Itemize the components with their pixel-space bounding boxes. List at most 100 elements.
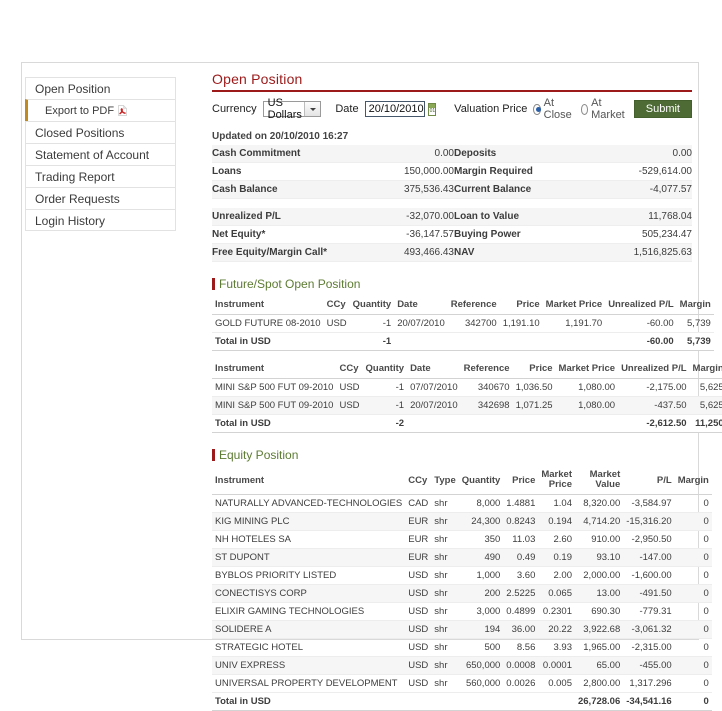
total-blank — [447, 332, 500, 351]
table-row: UNIVERSAL PROPERTY DEVELOPMENT USD shr 560,… — [212, 674, 712, 693]
cell-ccy: EUR — [405, 548, 432, 567]
cell-ccy: USD — [336, 396, 363, 415]
total-blank — [538, 692, 575, 711]
summary-label: Loans — [212, 162, 382, 181]
cell-date: 20/07/2010 — [394, 314, 448, 333]
total-unrealized-pl: -60.00 — [605, 332, 677, 351]
radio-at-close[interactable] — [533, 103, 542, 115]
cell-market-value: 1,965.00 — [574, 638, 624, 657]
summary-label: Margin Required — [454, 162, 594, 181]
cell-price: 0.4899 — [503, 602, 539, 621]
cell-price: 36.00 — [503, 620, 539, 639]
cell-ccy: USD — [336, 378, 363, 397]
summary-value: -32,070.00 — [382, 208, 454, 226]
futures-section-heading: Future/Spot Open Position — [212, 277, 692, 291]
cell-price: 1,036.50 — [512, 378, 556, 397]
table-row: BYBLOS PRIORITY LISTED USD shr 1,000 3.60 2.0… — [212, 566, 712, 585]
cell-instrument: GOLD FUTURE 08-2010 — [212, 314, 324, 333]
cell-pl: -3,584.97 — [623, 494, 675, 513]
cell-market-value: 690.30 — [574, 602, 624, 621]
filter-form: Currency US Dollars Date 20/10/2010 Valu… — [212, 97, 692, 121]
cell-market-value: 13.00 — [574, 584, 624, 603]
column-header: Date — [394, 297, 448, 315]
table-total-row: Total in USD -1 -60.00 5,739 — [212, 332, 714, 351]
total-blank — [555, 414, 619, 433]
cell-quantity: 200 — [458, 584, 504, 603]
cell-pl: -491.50 — [623, 584, 675, 603]
column-header: CCy — [336, 361, 363, 379]
total-blank — [407, 414, 461, 433]
cell-ccy: EUR — [405, 512, 432, 531]
total-margin: 11,250 — [689, 414, 722, 433]
total-market-value: 26,728.06 — [574, 692, 624, 711]
calendar-icon[interactable] — [427, 102, 437, 116]
cell-market-value: 2,000.00 — [574, 566, 624, 585]
radio-at-market[interactable] — [580, 103, 589, 115]
sidebar-item-closed-positions[interactable]: Closed Positions — [25, 121, 176, 143]
sidebar-item-statement-of-account[interactable]: Statement of Account — [25, 143, 176, 165]
cell-type: shr — [431, 584, 459, 603]
sidebar-item-trading-report[interactable]: Trading Report — [25, 165, 176, 187]
sidebar-item-label: Order Requests — [35, 192, 120, 206]
table-header-row: Instrument CCy Quantity Date Reference Price M… — [212, 361, 722, 379]
total-blank — [405, 692, 432, 711]
cell-type: shr — [431, 638, 459, 657]
cell-reference: 340670 — [460, 378, 513, 397]
currency-select-value: US Dollars — [267, 97, 302, 121]
summary-label: Current Balance — [454, 180, 594, 199]
cell-type: shr — [431, 674, 459, 693]
cell-pl: -15,316.20 — [623, 512, 675, 531]
total-quantity: -1 — [349, 332, 395, 351]
currency-select[interactable]: US Dollars — [262, 97, 322, 121]
cell-market-price: 1,191.70 — [542, 314, 606, 333]
table-total-row: Total in USD -2 -2,612.50 11,250 — [212, 414, 722, 433]
sidebar-item-label: Export to PDF — [45, 105, 115, 117]
cell-quantity: -1 — [349, 314, 395, 333]
cell-type: shr — [431, 512, 459, 531]
column-header: Date — [407, 361, 461, 379]
cell-unrealized-pl: -437.50 — [618, 396, 690, 415]
cell-market-value: 65.00 — [574, 656, 624, 675]
cell-pl: -455.00 — [623, 656, 675, 675]
cell-market-value: 3,922.68 — [574, 620, 624, 639]
summary-value: 375,536.43 — [382, 180, 454, 199]
total-blank — [323, 332, 350, 351]
column-header: Margin — [676, 297, 714, 315]
cell-date: 20/07/2010 — [407, 396, 461, 415]
cell-market-price: 0.065 — [538, 584, 575, 603]
sidebar-item-order-requests[interactable]: Order Requests — [25, 187, 176, 209]
sidebar-item-export-to-pdf[interactable]: Export to PDF — [25, 99, 176, 121]
summary-value: -36,147.57 — [382, 225, 454, 244]
column-header: Price — [499, 297, 543, 315]
valuation-price-label: Valuation Price — [454, 103, 528, 115]
cell-margin: 0 — [674, 638, 712, 657]
main-content: Open Position Currency US Dollars Date 2… — [212, 71, 722, 711]
summary-value: 150,000.00 — [382, 162, 454, 181]
last-updated-text: Updated on 20/10/2010 16:27 — [212, 131, 349, 142]
cell-market-price: 1,080.00 — [555, 378, 619, 397]
submit-button[interactable]: Submit — [633, 100, 692, 118]
summary-row: Net Equity* -36,147.57 Buying Power 505,234… — [212, 225, 692, 244]
sidebar-item-login-history[interactable]: Login History — [25, 209, 176, 231]
equity-section-heading: Equity Position — [212, 448, 692, 462]
column-header: P/L — [623, 468, 675, 495]
cell-price: 8.56 — [503, 638, 539, 657]
date-input[interactable]: 20/10/2010 — [364, 101, 425, 117]
total-blank — [458, 692, 504, 711]
total-blank — [499, 332, 543, 351]
futures-table: Instrument CCy Quantity Date Reference Price M… — [212, 361, 722, 433]
sidebar-item-label: Trading Report — [35, 170, 115, 184]
title-divider — [212, 90, 692, 92]
total-label: Total in USD — [212, 332, 324, 351]
cell-instrument: MINI S&P 500 FUT 09-2010 — [212, 378, 337, 397]
account-summary-table: Cash Commitment 0.00 Deposits 0.00 Loans 150,… — [212, 145, 692, 262]
column-header: Margin — [674, 468, 712, 495]
page-frame: Open Position Export to PDF Closed Positio… — [21, 62, 722, 711]
cell-pl: 1,317.296 — [623, 674, 675, 693]
cell-margin: 0 — [674, 602, 712, 621]
cell-margin: 0 — [674, 566, 712, 585]
cell-market-price: 0.194 — [538, 512, 575, 531]
summary-value: 1,516,825.63 — [594, 243, 692, 262]
cell-market-price: 2.60 — [538, 530, 575, 549]
sidebar-item-open-position[interactable]: Open Position — [25, 77, 176, 99]
